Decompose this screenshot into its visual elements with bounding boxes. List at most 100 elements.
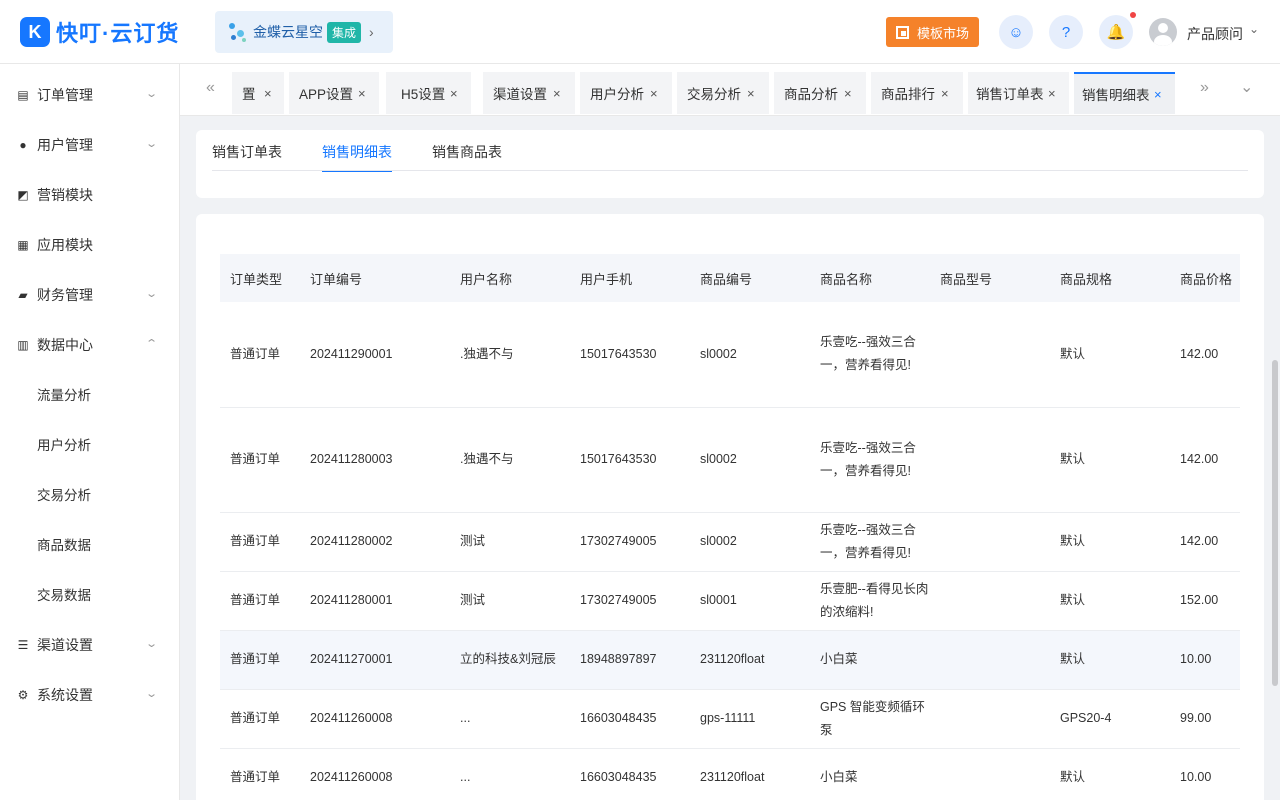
cell-user: .独遇不与 xyxy=(450,302,570,408)
tabs-scroll-right-icon[interactable]: » xyxy=(1200,79,1209,97)
close-icon[interactable]: × xyxy=(650,86,658,101)
cell-phone: 18948897897 xyxy=(570,630,690,690)
column-header: 用户名称 xyxy=(450,254,570,302)
cell-spec: 默认 xyxy=(1050,748,1170,800)
cell-model xyxy=(930,748,1050,800)
cell-sku: 231120float xyxy=(690,748,810,800)
table-row[interactable]: 普通订单 202411280002 测试 17302749005 sl0002 … xyxy=(220,512,1240,572)
cell-phone: 17302749005 xyxy=(570,571,690,631)
column-header: 商品型号 xyxy=(930,254,1050,302)
tab-sales-detail-report[interactable]: 销售明细表 × xyxy=(1074,72,1175,114)
cell-product-name: 乐壹吃--强效三合一，营养看得见! xyxy=(810,302,930,408)
tab-app-settings[interactable]: APP设置 × xyxy=(289,72,379,114)
app-logo[interactable]: K 快叮·云订货 xyxy=(20,16,179,48)
cell-user: 测试 xyxy=(450,512,570,572)
table-row[interactable]: 普通订单 202411290001 .独遇不与 15017643530 sl00… xyxy=(220,302,1240,408)
cell-phone: 16603048435 xyxy=(570,689,690,749)
cell-sku: sl0001 xyxy=(690,571,810,631)
tab-partial-settings[interactable]: 置 × xyxy=(232,72,284,114)
cell-price: 142.00 xyxy=(1170,512,1240,572)
logo-icon: K xyxy=(20,17,50,47)
tab-trade-analysis[interactable]: 交易分析 × xyxy=(677,72,769,114)
table-row[interactable]: 普通订单 202411260008 ... 16603048435 231120… xyxy=(220,748,1240,800)
tabs-dropdown-icon[interactable]: ⌄ xyxy=(1240,77,1253,97)
sidebar-subitem-product-data[interactable]: 商品数据 xyxy=(0,519,179,569)
table-row[interactable]: 普通订单 202411260008 ... 16603048435 gps-11… xyxy=(220,689,1240,749)
subtab-sales-details[interactable]: 销售明细表 xyxy=(322,142,392,172)
sidebar-item-apps[interactable]: ▦ 应用模块 xyxy=(0,220,179,270)
close-icon[interactable]: × xyxy=(450,86,458,101)
grid-icon: ▦ xyxy=(17,238,29,252)
subtab-sales-orders[interactable]: 销售订单表 xyxy=(212,142,282,170)
cell-order-no: 202411280001 xyxy=(300,571,450,631)
cell-model xyxy=(930,407,1050,513)
cell-order-no: 202411260008 xyxy=(300,748,450,800)
cell-spec: 默认 xyxy=(1050,512,1170,572)
vertical-scrollbar[interactable] xyxy=(1272,360,1278,686)
cell-model xyxy=(930,302,1050,408)
cell-phone: 16603048435 xyxy=(570,748,690,800)
chevron-down-icon[interactable]: ⌄ xyxy=(1249,22,1259,36)
cell-order-type: 普通订单 xyxy=(220,571,300,631)
template-market-button[interactable]: 模板市场 xyxy=(886,17,979,47)
close-icon[interactable]: × xyxy=(358,86,366,101)
sidebar-subitem-traffic[interactable]: 流量分析 xyxy=(0,369,179,419)
sidebar-item-orders[interactable]: ▤ 订单管理 ⌄ xyxy=(0,70,179,120)
tab-label: 渠道设置 xyxy=(493,87,547,102)
cell-order-type: 普通订单 xyxy=(220,689,300,749)
avatar[interactable] xyxy=(1149,18,1177,46)
tab-label: 用户分析 xyxy=(590,87,644,102)
table-row[interactable]: 普通订单 202411280003 .独遇不与 15017643530 sl00… xyxy=(220,407,1240,513)
tab-product-analysis[interactable]: 商品分析 × xyxy=(774,72,866,114)
sidebar-item-finance[interactable]: ▰ 财务管理 ⌄ xyxy=(0,270,179,320)
cell-phone: 15017643530 xyxy=(570,302,690,408)
list-icon: ☰ xyxy=(17,638,29,652)
table-row[interactable]: 普通订单 202411280001 测试 17302749005 sl0001 … xyxy=(220,571,1240,631)
help-icon[interactable]: ? xyxy=(1049,15,1083,49)
cell-price: 142.00 xyxy=(1170,302,1240,408)
sidebar-subitem-trade-data[interactable]: 交易数据 xyxy=(0,569,179,619)
sidebar-item-system[interactable]: ⚙ 系统设置 ⌄ xyxy=(0,670,179,720)
cell-product-name: 乐壹肥--看得见长肉的浓缩料! xyxy=(810,571,930,631)
sidebar-item-label: 系统设置 xyxy=(37,687,93,703)
table-header-row: 订单类型 订单编号 用户名称 用户手机 商品编号 商品名称 商品型号 商品规格 … xyxy=(220,254,1240,302)
column-header: 用户手机 xyxy=(570,254,690,302)
sidebar-subitem-user-analysis[interactable]: 用户分析 xyxy=(0,419,179,469)
cell-product-name: 小白菜 xyxy=(810,748,930,800)
sidebar-item-users[interactable]: ● 用户管理 ⌄ xyxy=(0,120,179,170)
tab-label: 销售订单表 xyxy=(976,87,1044,102)
sidebar-subitem-trade-analysis[interactable]: 交易分析 xyxy=(0,469,179,519)
tab-channel-settings[interactable]: 渠道设置 × xyxy=(483,72,575,114)
user-name[interactable]: 产品顾问 xyxy=(1187,24,1243,44)
close-icon[interactable]: × xyxy=(553,86,561,101)
sidebar-item-data-center[interactable]: ▥ 数据中心 ⌃ xyxy=(0,320,179,370)
cell-spec: 默认 xyxy=(1050,302,1170,408)
tab-sales-order-report[interactable]: 销售订单表 × xyxy=(968,72,1069,114)
bar-chart-icon: ▥ xyxy=(17,338,29,352)
page-tabs: « 置 × APP设置 × H5设置 × 渠道设置 × 用户分析 × 交易分析 … xyxy=(180,64,1280,116)
table-row[interactable]: 普通订单 202411270001 立的科技&刘冠辰 18948897897 2… xyxy=(220,630,1240,690)
erp-integration-banner[interactable]: 金蝶云星空 集成 › xyxy=(215,11,393,53)
close-icon[interactable]: × xyxy=(1048,86,1056,101)
user-icon: ● xyxy=(19,138,27,152)
tabs-scroll-left-icon[interactable]: « xyxy=(206,79,215,97)
cell-price: 152.00 xyxy=(1170,571,1240,631)
tab-h5-settings[interactable]: H5设置 × xyxy=(386,72,471,114)
sidebar-item-channels[interactable]: ☰ 渠道设置 ⌄ xyxy=(0,620,179,670)
column-header: 订单编号 xyxy=(300,254,450,302)
close-icon[interactable]: × xyxy=(264,86,272,101)
bell-icon[interactable]: 🔔 xyxy=(1099,15,1133,49)
chevron-down-icon: ⌄ xyxy=(145,688,159,700)
close-icon[interactable]: × xyxy=(747,86,755,101)
close-icon[interactable]: × xyxy=(941,86,949,101)
cell-order-no: 202411290001 xyxy=(300,302,450,408)
column-header: 订单类型 xyxy=(220,254,300,302)
headset-icon[interactable]: ☺ xyxy=(999,15,1033,49)
close-icon[interactable]: × xyxy=(844,86,852,101)
tab-user-analysis[interactable]: 用户分析 × xyxy=(580,72,672,114)
cell-spec: 默认 xyxy=(1050,407,1170,513)
tab-product-ranking[interactable]: 商品排行 × xyxy=(871,72,963,114)
sidebar-item-marketing[interactable]: ◩ 营销模块 xyxy=(0,170,179,220)
close-icon[interactable]: × xyxy=(1154,87,1162,102)
subtab-sales-products[interactable]: 销售商品表 xyxy=(432,142,502,170)
